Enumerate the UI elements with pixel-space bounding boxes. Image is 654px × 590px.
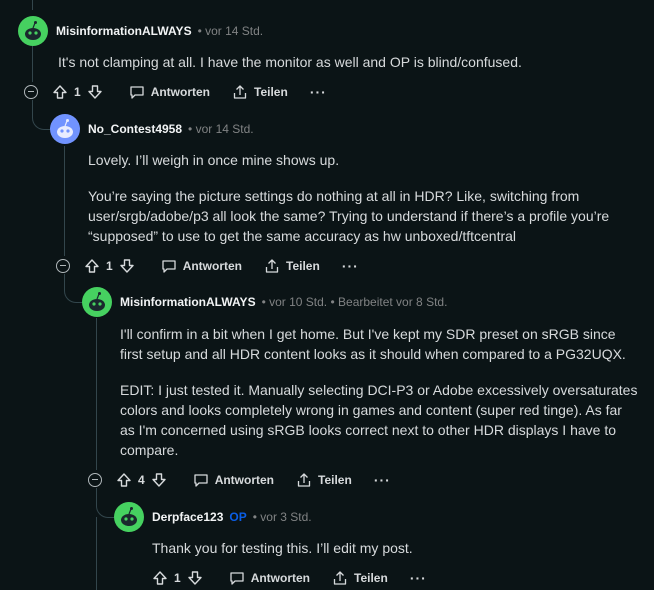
vote-group: 1 [84, 258, 139, 274]
comment-body: Lovely. I’ll weigh in once mine shows up… [88, 150, 638, 258]
comment-timestamp: • vor 3 Std. [252, 510, 312, 524]
comment-header: Derpface123 OP • vor 3 Std. [114, 502, 312, 532]
thread-line[interactable] [96, 517, 97, 590]
share-button[interactable]: Teilen [264, 258, 320, 274]
thread-connector [32, 100, 51, 130]
comment-paragraph: It's not clamping at all. I have the mon… [58, 54, 522, 70]
share-button[interactable]: Teilen [332, 570, 388, 586]
upvote-icon[interactable] [52, 84, 68, 100]
more-options-icon[interactable]: ··· [374, 472, 391, 488]
comment-icon [130, 86, 144, 99]
vote-count: 1 [174, 571, 181, 585]
vote-group: 4 [116, 472, 171, 488]
comment-author[interactable]: MisinformationALWAYS [120, 295, 256, 309]
snoo-avatar-icon [89, 292, 105, 311]
thread-line[interactable] [32, 0, 33, 10]
comment-body: I'll confirm in a bit when I get home. B… [120, 324, 640, 472]
comment-author[interactable]: No_Contest4958 [88, 122, 182, 136]
snoo-avatar-icon [25, 21, 41, 40]
more-options-icon[interactable]: ··· [410, 570, 427, 586]
downvote-icon[interactable] [87, 84, 103, 100]
share-icon [333, 571, 347, 585]
vote-group: 1 [52, 84, 107, 100]
vote-count: 1 [106, 259, 113, 273]
downvote-icon[interactable] [151, 472, 167, 488]
share-button[interactable]: Teilen [232, 84, 288, 100]
comment-paragraph: You’re saying the picture settings do no… [88, 188, 610, 244]
reply-button[interactable]: Antworten [229, 570, 310, 586]
reply-label: Antworten [150, 85, 211, 99]
share-icon [233, 85, 247, 99]
vote-count: 4 [138, 473, 145, 487]
reply-button[interactable]: Antworten [193, 472, 274, 488]
comment-actions: 1 Antworten Teilen ··· [56, 256, 359, 276]
share-label: Teilen [286, 259, 320, 273]
comment-icon [230, 572, 244, 585]
thread-line[interactable] [32, 44, 33, 82]
comment-thread: MisinformationALWAYS • vor 14 Std. It's … [0, 0, 654, 590]
comment-icon [162, 260, 176, 273]
upvote-icon[interactable] [84, 258, 100, 274]
reply-label: Antworten [182, 259, 243, 273]
reply-button[interactable]: Antworten [161, 258, 242, 274]
comment-timestamp: • vor 14 Std. [197, 24, 264, 38]
upvote-icon[interactable] [116, 472, 132, 488]
comment-actions: 1 Antworten Teilen ··· [24, 82, 327, 102]
comment-paragraph: Thank you for testing this. I’ll edit my… [152, 540, 413, 556]
snoo-avatar-icon [121, 507, 137, 526]
reply-button[interactable]: Antworten [129, 84, 210, 100]
comment-header: No_Contest4958 • vor 14 Std. [50, 114, 254, 144]
comment-timestamp: • vor 14 Std. [188, 122, 254, 136]
comment-header: MisinformationALWAYS • vor 14 Std. [18, 16, 263, 46]
vote-count: 1 [74, 85, 81, 99]
comment-author[interactable]: MisinformationALWAYS [56, 24, 192, 38]
reply-label: Antworten [250, 571, 311, 585]
downvote-icon[interactable] [119, 258, 135, 274]
thread-connector [64, 274, 83, 303]
share-label: Teilen [254, 85, 288, 99]
avatar[interactable] [18, 16, 48, 46]
more-options-icon[interactable]: ··· [342, 258, 359, 274]
upvote-icon[interactable] [152, 570, 168, 586]
avatar[interactable] [82, 287, 112, 317]
comment-paragraph: Lovely. I’ll weigh in once mine shows up… [88, 152, 340, 168]
collapse-button[interactable] [56, 259, 70, 273]
downvote-icon[interactable] [187, 570, 203, 586]
op-badge: OP [229, 510, 247, 524]
comment-icon [194, 474, 208, 487]
vote-group: 1 [152, 570, 207, 586]
comment-paragraph: I'll confirm in a bit when I get home. B… [120, 326, 626, 362]
comment-timestamp: • vor 10 Std. • Bearbeitet vor 8 Std. [261, 295, 448, 309]
more-options-icon[interactable]: ··· [310, 84, 327, 100]
share-button[interactable]: Teilen [296, 472, 352, 488]
comment-author[interactable]: Derpface123 [152, 510, 223, 524]
thread-line[interactable] [96, 318, 97, 470]
comment-body: It's not clamping at all. I have the mon… [58, 52, 638, 84]
comment-header: MisinformationALWAYS • vor 10 Std. • Bea… [82, 287, 447, 317]
thread-connector [96, 488, 115, 518]
share-label: Teilen [354, 571, 388, 585]
share-icon [265, 259, 279, 273]
reply-label: Antworten [214, 473, 275, 487]
avatar[interactable] [114, 502, 144, 532]
collapse-button[interactable] [24, 85, 38, 99]
avatar[interactable] [50, 114, 80, 144]
comment-actions: 1 Antworten Teilen ··· [152, 568, 427, 588]
comment-actions: 4 Antworten Teilen ··· [88, 470, 391, 490]
share-icon [297, 473, 311, 487]
comment-paragraph: EDIT: I just tested it. Manually selecti… [120, 382, 638, 458]
comment-body: Thank you for testing this. I’ll edit my… [152, 538, 632, 570]
thread-line[interactable] [64, 146, 65, 256]
collapse-button[interactable] [88, 473, 102, 487]
snoo-avatar-icon [57, 119, 73, 138]
share-label: Teilen [318, 473, 352, 487]
